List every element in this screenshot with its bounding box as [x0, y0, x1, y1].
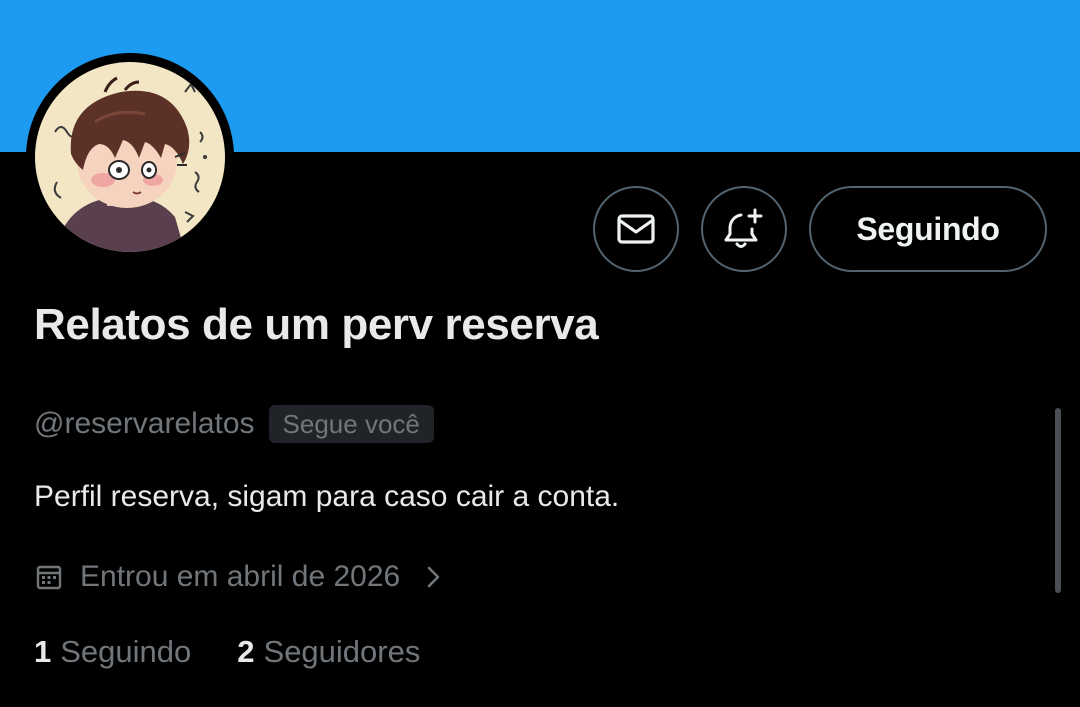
followers-label: Seguidores: [263, 634, 421, 669]
avatar[interactable]: [35, 62, 225, 252]
display-name: Relatos de um perv reserva: [34, 300, 599, 349]
following-count: 1: [34, 634, 52, 669]
followers-stat-link[interactable]: 2 Seguidores: [237, 634, 420, 670]
scrollbar[interactable]: [1055, 408, 1061, 593]
username-handle: @reservarelatos: [34, 407, 255, 440]
message-button[interactable]: [593, 186, 679, 272]
handle-row: @reservarelatos Segue você: [34, 404, 434, 444]
followers-count: 2: [237, 634, 255, 669]
joined-date: Entrou em abril de 2026: [80, 560, 401, 593]
bell-plus-icon: [724, 208, 763, 248]
calendar-icon: [36, 565, 62, 590]
avatar-illustration-icon: [35, 62, 225, 252]
profile-page: Seguindo Relatos de um perv reserva @res…: [0, 0, 1080, 707]
joined-date-row[interactable]: Entrou em abril de 2026: [34, 557, 446, 597]
following-label: Seguindo: [60, 634, 192, 669]
following-stat-link[interactable]: 1 Seguindo: [34, 634, 191, 670]
envelope-icon: [617, 214, 655, 244]
notifications-button[interactable]: [701, 186, 787, 272]
follows-you-badge: Segue você: [268, 405, 434, 443]
profile-bio: Perfil reserva, sigam para caso cair a c…: [34, 480, 620, 513]
chevron-right-icon: [427, 566, 440, 588]
follow-stats: 1 Seguindo 2 Seguidores: [34, 632, 420, 672]
following-button[interactable]: Seguindo: [809, 186, 1047, 272]
